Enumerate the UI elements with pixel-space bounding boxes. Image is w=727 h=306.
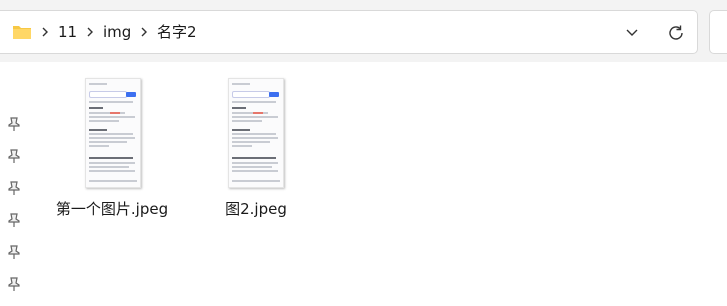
breadcrumb-item-img[interactable]: img [103,22,131,42]
file-thumbnail [228,78,284,188]
breadcrumb-item-11[interactable]: 11 [58,22,77,42]
breadcrumb-item-current[interactable]: 名字2 [157,22,197,42]
quick-access-pins [0,62,27,306]
file-item[interactable]: 图2.jpeg [196,78,316,218]
toolbar: 11 img 名字2 [0,0,727,62]
refresh-icon[interactable] [666,23,686,43]
search-box[interactable] [709,10,727,54]
chevron-down-icon[interactable] [624,26,640,40]
chevron-right-icon[interactable] [84,24,96,40]
file-name[interactable]: 第一个图片.jpeg [52,198,172,219]
folder-icon [13,26,31,39]
file-name[interactable]: 图2.jpeg [196,198,316,219]
file-thumbnail [85,78,141,188]
pin-icon[interactable] [7,212,21,228]
pin-icon[interactable] [7,276,21,292]
pin-icon[interactable] [7,244,21,260]
pin-icon[interactable] [7,148,21,164]
pin-icon[interactable] [7,116,21,132]
file-item[interactable]: 第一个图片.jpeg [52,78,172,218]
chevron-right-icon[interactable] [39,24,51,40]
chevron-right-icon[interactable] [138,24,150,40]
pin-icon[interactable] [7,180,21,196]
address-bar[interactable]: 11 img 名字2 [0,10,698,54]
